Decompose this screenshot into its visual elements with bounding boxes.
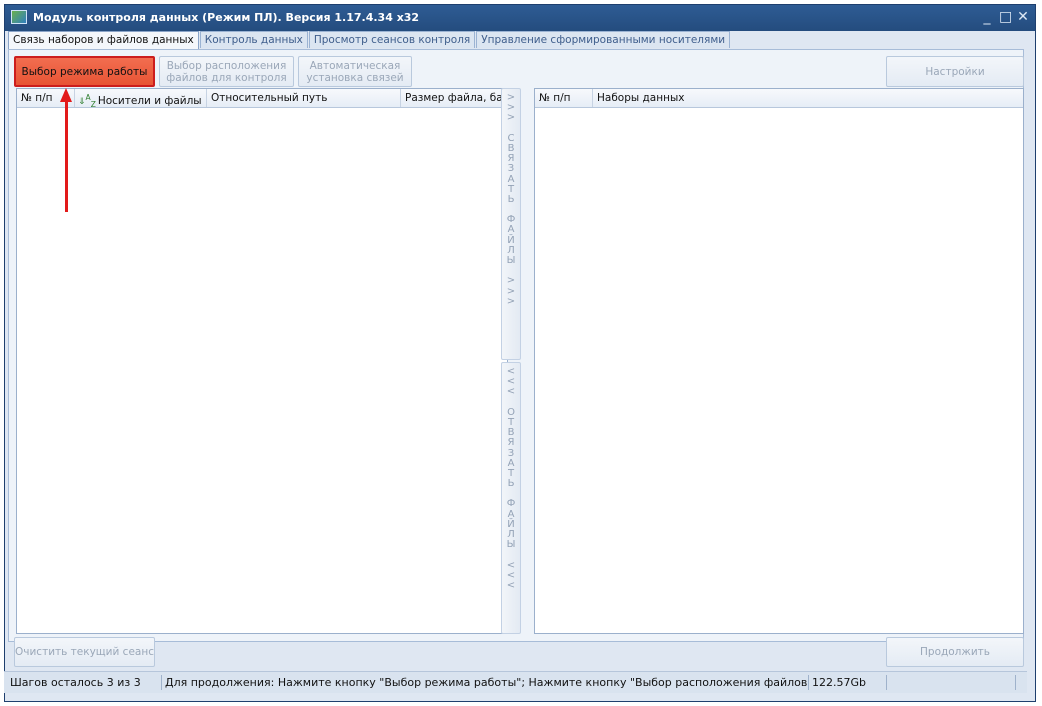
unlink-button-char: Я xyxy=(507,437,515,449)
link-button-char: > xyxy=(506,295,516,307)
clear-session-button[interactable]: Очистить текущий сеанс xyxy=(14,637,155,667)
column-number-right[interactable]: № п/п xyxy=(535,89,593,107)
column-relative-path[interactable]: Относительный путь xyxy=(207,89,401,107)
column-media-files-label: Носители и файлы xyxy=(97,95,202,107)
maximize-button[interactable]: □ xyxy=(999,8,1012,26)
file-location-label-2: файлов для контроля xyxy=(166,72,287,84)
status-hint: Для продолжения: Нажмите кнопку "Выбор р… xyxy=(165,676,807,689)
status-separator xyxy=(808,675,809,690)
settings-label: Настройки xyxy=(925,65,985,78)
annotation-arrow-line xyxy=(65,100,68,212)
auto-link-button[interactable]: Автоматическая установка связей xyxy=(298,56,412,87)
column-file-size[interactable]: Размер файла, байт xyxy=(401,89,516,107)
datasets-grid-header: № п/п Наборы данных xyxy=(535,89,1023,108)
continue-label: Продолжить xyxy=(920,646,990,658)
link-button-char: Ь xyxy=(507,193,515,205)
datasets-grid[interactable]: № п/п Наборы данных xyxy=(534,88,1024,634)
file-location-label-1: Выбор расположения xyxy=(166,60,287,72)
unlink-button-char: Ы xyxy=(506,539,516,551)
tab-sessions[interactable]: Просмотр сеансов контроля xyxy=(308,31,476,48)
status-separator xyxy=(161,675,162,690)
sort-az-icon: ⇓AZ xyxy=(78,93,96,109)
unlink-button-char: < xyxy=(506,579,516,591)
mode-select-label: Выбор режима работы xyxy=(21,65,148,78)
status-size: 122.57Gb xyxy=(812,676,866,689)
column-media-files[interactable]: ⇓AZ Носители и файлы xyxy=(75,89,207,109)
continue-button[interactable]: Продолжить xyxy=(886,637,1024,667)
auto-link-label-1: Автоматическая xyxy=(309,60,401,72)
unlink-button-char: Ь xyxy=(507,478,515,490)
auto-link-label-2: установка связей xyxy=(306,72,404,84)
mode-select-button[interactable]: Выбор режима работы xyxy=(14,56,155,87)
file-location-button[interactable]: Выбор расположения файлов для контроля xyxy=(159,56,294,87)
tab-data-control[interactable]: Контроль данных xyxy=(199,31,308,48)
link-files-button[interactable]: > > > С В Я З А Т Ь Ф А Й Л Ы > > > xyxy=(501,88,521,360)
status-bar: Шагов осталось 3 из 3 Для продолжения: Н… xyxy=(4,671,1027,693)
status-separator xyxy=(886,675,887,690)
unlink-files-button[interactable]: < < < О Т В Я З А Т Ь Ф А Й Л Ы < < < xyxy=(501,362,521,634)
files-grid[interactable]: № п/п ⇓AZ Носители и файлы Относительный … xyxy=(16,88,516,634)
minimize-button[interactable]: _ xyxy=(981,8,993,26)
tab-media-management[interactable]: Управление сформированными носителями xyxy=(476,31,731,48)
status-steps: Шагов осталось 3 из 3 xyxy=(10,676,141,689)
link-button-char: Ы xyxy=(506,255,516,266)
window-title: Модуль контроля данных (Режим ПЛ). Верси… xyxy=(33,11,420,24)
app-icon xyxy=(11,10,27,24)
status-separator xyxy=(1015,675,1016,690)
files-grid-header: № п/п ⇓AZ Носители и файлы Относительный … xyxy=(17,89,516,109)
tab-strip: Связь наборов и файлов данных Контроль д… xyxy=(8,31,731,50)
clear-session-label: Очистить текущий сеанс xyxy=(15,646,154,658)
title-bar[interactable]: Модуль контроля данных (Режим ПЛ). Верси… xyxy=(5,5,1035,31)
settings-button[interactable]: Настройки xyxy=(886,56,1024,87)
column-datasets[interactable]: Наборы данных xyxy=(593,89,1025,107)
link-button-char: > xyxy=(506,112,516,124)
link-button-char: З xyxy=(507,163,515,175)
tab-links[interactable]: Связь наборов и файлов данных xyxy=(8,31,199,50)
unlink-button-char: < xyxy=(506,386,516,398)
close-button[interactable]: ✕ xyxy=(1017,8,1029,26)
